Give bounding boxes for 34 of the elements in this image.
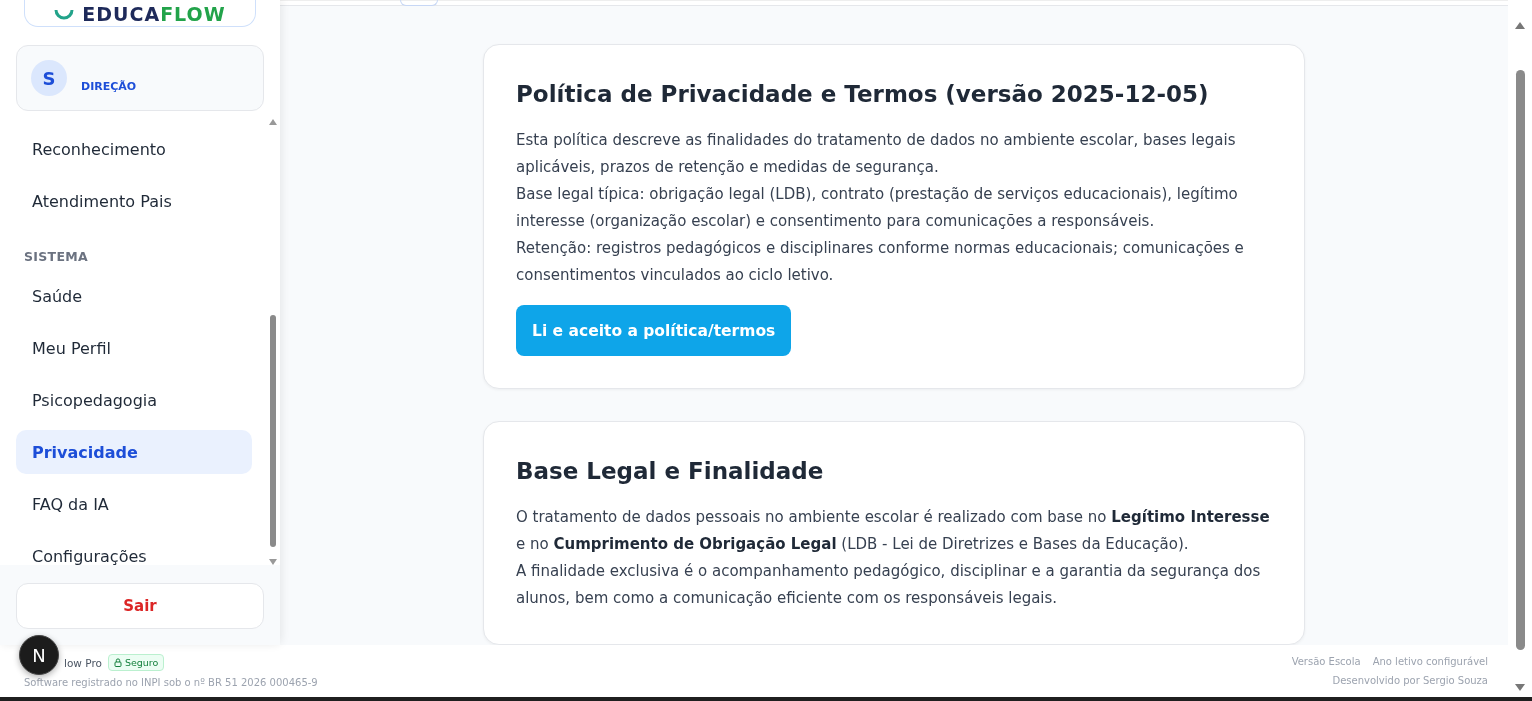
logo-card[interactable]: EDUCAFLOW — [24, 0, 256, 27]
brand-name: low Pro — [64, 656, 102, 669]
card-title: Base Legal e Finalidade — [516, 457, 825, 484]
paragraph: O tratamento de dados pessoais no ambiente escolar é realizado com base no Legítimo Interesse e no Cumprimento de Obrigação Legal (LDB - Lei de Diretrizes e Bases da Educação). — [516, 507, 1271, 555]
card-title: Política de Privacidade e Termos (versão 2025-12-05) — [516, 80, 1210, 107]
paragraph: A finalidade exclusiva é o acompanhamento pedagógico, disciplinar e a garantia da segurança dos alunos, bem como a comunicação eficiente com os responsáveis legais. — [516, 561, 1262, 609]
footer-label: Versão Escola — [1291, 656, 1361, 667]
scroll-down-icon[interactable] — [1514, 683, 1526, 693]
nav-item[interactable]: FAQ da IA — [16, 482, 252, 526]
scrollbar-thumb[interactable] — [270, 315, 276, 547]
logout-button[interactable]: Sair — [16, 583, 264, 629]
dev-badge[interactable]: N — [19, 635, 59, 675]
nav-item[interactable]: Psicopedagogia — [16, 378, 252, 422]
nav-item[interactable]: Reconhecimento — [16, 127, 252, 171]
scrollbar-thumb[interactable] — [1516, 70, 1525, 650]
paragraph: Esta política descreve as finalidades do tratamento de dados no ambiente escolar, bases legais aplicáveis, prazos de retenção e medidas de segurança. — [516, 130, 1237, 178]
footer-label: Ano letivo configurável — [1372, 656, 1488, 667]
nav-item[interactable]: Saúde — [16, 274, 252, 318]
nav-item[interactable]: Atendimento Pais — [16, 179, 252, 223]
logo-text: EDUCAFLOW — [82, 4, 226, 24]
avatar: S — [31, 60, 67, 96]
paragraph: Retenção: registros pedagógicos e disciplinares conforme normas educacionais; comunicações e consentimentos vinculados ao ciclo letivo. — [516, 238, 1245, 286]
user-role: DIREÇÃO — [81, 79, 137, 93]
paragraph: Base legal típica: obrigação legal (LDB), contrato (prestação de serviços educacionais), legítimo interesse (organização escolar) e consentimento para comunicações a responsáveis. — [516, 184, 1239, 232]
credit-text: Desenvolvido por Sergio Souza — [1332, 675, 1488, 686]
nav-item[interactable]: Configurações — [16, 534, 252, 565]
scroll-up-icon[interactable] — [269, 119, 277, 125]
nav-item[interactable]: Meu Perfil — [16, 326, 252, 370]
registration-text: Software registrado no INPI sob o nº BR 51 2026 000465-9 — [24, 677, 318, 688]
section-heading: SISTEMA — [23, 248, 89, 266]
secure-badge: Seguro — [107, 654, 165, 671]
lock-icon — [113, 658, 122, 667]
scroll-up-icon[interactable] — [1514, 20, 1526, 30]
nav-item[interactable]: Privacidade — [16, 430, 252, 474]
